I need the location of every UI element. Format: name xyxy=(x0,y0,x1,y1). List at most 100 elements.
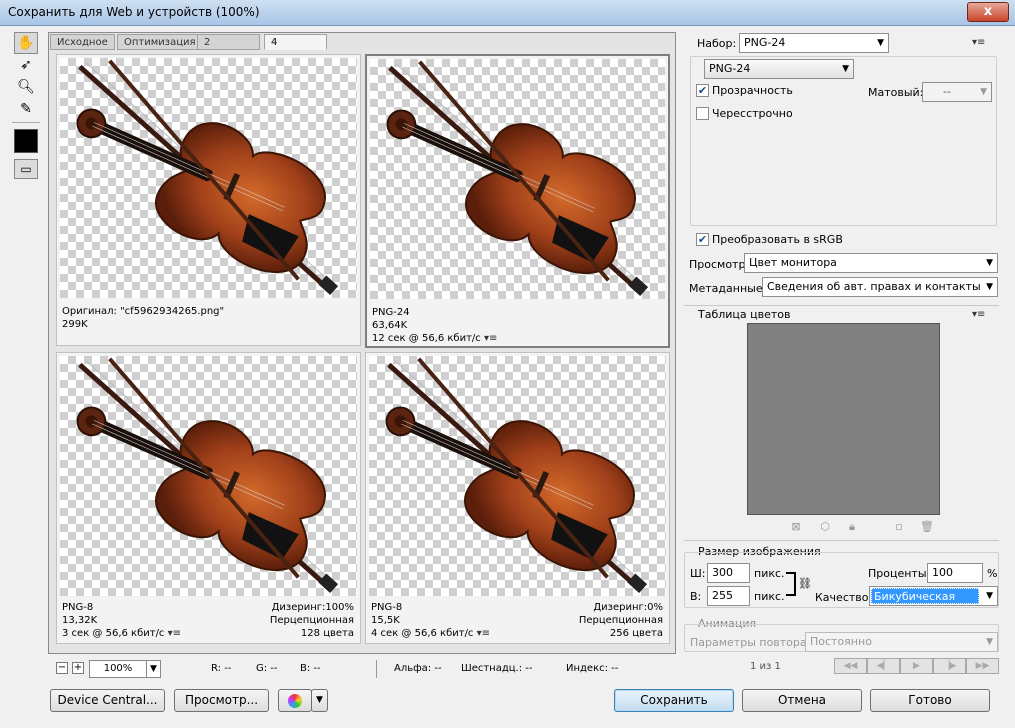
preview-cell-png8-nodither[interactable]: PNG-8 15,5K 4 сек @ 56,6 кбит/с ▾≡ Дизер… xyxy=(365,352,670,644)
slice-select-tool-icon[interactable]: ➶ xyxy=(14,54,38,76)
chevron-down-icon: ▼ xyxy=(842,64,849,74)
preset-label: Набор: xyxy=(697,37,737,50)
preset-select[interactable]: PNG-24 ▼ xyxy=(739,33,889,53)
cell-info: PNG-8 13,32K 3 сек @ 56,6 кбит/с ▾≡ xyxy=(62,601,181,640)
close-button[interactable]: x xyxy=(967,2,1009,22)
chevron-down-icon: ▼ xyxy=(980,87,987,97)
transparency-checkbox[interactable]: ✔ xyxy=(696,84,709,97)
cell-palette: Перцепционная xyxy=(269,615,354,626)
percent-input[interactable]: 100 xyxy=(927,563,983,583)
cell-colors: 256 цвета xyxy=(609,628,663,639)
download-rate-menu-icon[interactable]: ▾≡ xyxy=(168,628,181,639)
browser-icon[interactable] xyxy=(278,689,312,712)
save-button[interactable]: Сохранить xyxy=(614,689,734,712)
cell-size: 63,64K xyxy=(372,320,408,331)
file-format-select[interactable]: PNG-24 ▼ xyxy=(704,59,854,79)
interlaced-checkbox[interactable] xyxy=(696,107,709,120)
zoom-tool-icon[interactable]: 🔍︎ xyxy=(14,76,38,98)
cell-details: Дизеринг:0% Перцепционная 256 цвета xyxy=(579,601,663,640)
preview-in-browser-button[interactable]: Просмотр... xyxy=(174,689,269,712)
cell-format: Оригинал: "cf5962934265.png" xyxy=(62,306,225,317)
status-r: R: -- xyxy=(211,663,232,674)
separator xyxy=(684,540,999,541)
violin-image-icon xyxy=(60,58,358,298)
image-preview xyxy=(60,356,357,596)
tab-original[interactable]: Исходное xyxy=(50,34,115,50)
color-table-menu-icon[interactable]: ▾≡ xyxy=(972,309,985,320)
play-icon[interactable]: ▶ xyxy=(900,658,933,674)
convert-srgb-checkbox[interactable]: ✔ xyxy=(696,233,709,246)
tab-2up[interactable]: 2 варианта xyxy=(197,34,261,63)
matte-select[interactable]: -- ▼ xyxy=(922,82,992,102)
toggle-slices-icon[interactable]: ▭ xyxy=(14,159,38,179)
zoom-in-button[interactable]: + xyxy=(72,662,84,674)
loop-label: Параметры повтора: xyxy=(690,636,811,649)
window-title: Сохранить для Web и устройств (100%) xyxy=(8,5,260,19)
lock-color-icon[interactable]: 🔒︎ xyxy=(846,521,858,533)
file-format-value: PNG-24 xyxy=(709,62,751,75)
quality-value: Бикубическая xyxy=(871,588,979,604)
height-label: В: xyxy=(690,590,702,603)
new-color-icon[interactable]: ▫ xyxy=(893,521,905,533)
width-unit: пикс. xyxy=(754,567,785,580)
status-hex: Шестнадц.: -- xyxy=(461,663,533,674)
constrain-bracket xyxy=(786,572,796,596)
zoom-out-button[interactable]: − xyxy=(56,662,68,674)
browser-menu-chevron-icon[interactable]: ▼ xyxy=(311,689,328,712)
quality-select[interactable]: Бикубическая ▼ xyxy=(869,586,998,606)
loop-select[interactable]: Постоянно ▼ xyxy=(805,632,998,652)
color-table-title: Таблица цветов xyxy=(698,308,791,321)
download-rate-menu-icon[interactable]: ▾≡ xyxy=(477,628,490,639)
cancel-button[interactable]: Отмена xyxy=(742,689,862,712)
hand-tool-icon[interactable]: ✋ xyxy=(14,32,38,54)
status-alpha: Альфа: -- xyxy=(394,663,442,674)
cell-dither: Дизеринг:100% xyxy=(271,602,354,613)
preview-cell-original[interactable]: Оригинал: "cf5962934265.png" 299K xyxy=(56,54,361,346)
eyedropper-tool-icon[interactable]: ✎ xyxy=(14,98,38,120)
preview-cell-png8-dither[interactable]: PNG-8 13,32K 3 сек @ 56,6 кбит/с ▾≡ Дизе… xyxy=(56,352,361,644)
link-proportions-icon[interactable]: ⛓ xyxy=(798,577,812,590)
width-input[interactable]: 300 xyxy=(707,563,750,583)
percent-label: Проценты: xyxy=(868,567,931,580)
trash-icon[interactable]: 🗑︎ xyxy=(920,521,934,533)
first-frame-icon[interactable]: ◀◀ xyxy=(834,658,867,674)
previous-frame-icon[interactable]: ◀▏ xyxy=(867,658,900,674)
cell-info: Оригинал: "cf5962934265.png" 299K xyxy=(62,305,224,331)
chevron-down-icon: ▼ xyxy=(986,282,993,292)
cell-palette: Перцепционная xyxy=(578,615,663,626)
web-snap-icon[interactable]: ⬡ xyxy=(819,521,831,533)
status-b: B: -- xyxy=(300,663,321,674)
chevron-down-icon: ▼ xyxy=(986,258,993,268)
next-frame-icon[interactable]: ▕▶ xyxy=(933,658,966,674)
tab-optimized[interactable]: Оптимизация xyxy=(117,34,203,50)
preset-menu-icon[interactable]: ▾≡ xyxy=(972,37,985,48)
last-frame-icon[interactable]: ▶▶ xyxy=(966,658,999,674)
cell-colors: 128 цвета xyxy=(300,628,354,639)
preset-value: PNG-24 xyxy=(744,36,786,49)
eyedropper-color-swatch[interactable] xyxy=(14,129,38,153)
convert-srgb-label: Преобразовать в sRGB xyxy=(712,233,843,246)
chevron-down-icon: ▼ xyxy=(877,38,884,48)
separator xyxy=(684,305,999,306)
preview-label: Просмотр: xyxy=(689,258,750,271)
preview-value: Цвет монитора xyxy=(749,256,837,269)
cell-format: PNG-8 xyxy=(371,602,403,613)
metadata-select[interactable]: Сведения об авт. правах и контакты ▼ xyxy=(762,277,998,297)
cell-download-time: 12 сек @ 56,6 кбит/с xyxy=(372,333,481,344)
matte-label: Матовый: xyxy=(868,86,924,99)
height-input[interactable]: 255 xyxy=(707,586,750,606)
cell-details: Дизеринг:100% Перцепционная 128 цвета xyxy=(270,601,354,640)
device-central-button[interactable]: Device Central... xyxy=(50,689,165,712)
tab-4up[interactable]: 4 варианта xyxy=(264,34,328,63)
zoom-select[interactable]: 100% ▼ xyxy=(89,660,161,678)
download-rate-menu-icon[interactable]: ▾≡ xyxy=(484,333,497,344)
map-color-icon[interactable]: ⊠ xyxy=(790,521,802,533)
cell-size: 299K xyxy=(62,319,88,330)
preview-cell-png24[interactable]: PNG-24 63,64K 12 сек @ 56,6 кбит/с ▾≡ xyxy=(365,54,670,348)
done-button[interactable]: Готово xyxy=(870,689,990,712)
violin-image-icon xyxy=(60,356,358,596)
cell-info: PNG-8 15,5K 4 сек @ 56,6 кбит/с ▾≡ xyxy=(371,601,490,640)
status-divider xyxy=(376,660,377,678)
preview-select[interactable]: Цвет монитора ▼ xyxy=(744,253,998,273)
cell-info: PNG-24 63,64K 12 сек @ 56,6 кбит/с ▾≡ xyxy=(372,306,497,345)
